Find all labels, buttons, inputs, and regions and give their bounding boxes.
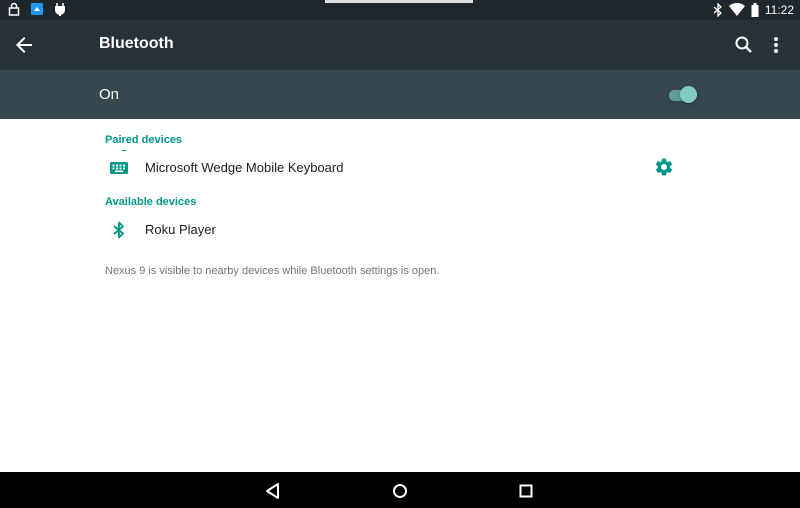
lock-icon: [8, 2, 20, 16]
visibility-info-text: Nexus 9 is visible to nearby devices whi…: [105, 265, 440, 277]
back-button[interactable]: [12, 33, 36, 57]
more-vert-icon: [774, 37, 778, 53]
battery-icon: [751, 3, 759, 17]
clock: 11:22: [764, 3, 794, 17]
toggle-label: On: [99, 86, 120, 103]
arrow-back-icon: [16, 37, 32, 53]
nav-home-icon[interactable]: [390, 481, 410, 501]
app-notification-icon: [31, 3, 43, 15]
bluetooth-switch[interactable]: [669, 84, 699, 106]
available-device-row[interactable]: Roku Player: [0, 212, 800, 248]
search-button[interactable]: [732, 33, 756, 57]
bluetooth-icon: [713, 3, 722, 17]
page-title: Bluetooth: [99, 35, 174, 52]
wifi-icon: [728, 3, 745, 16]
more-options-button[interactable]: [766, 33, 786, 57]
bluetooth-icon: [113, 221, 124, 239]
available-devices-header: Available devices: [105, 196, 197, 208]
search-icon: [735, 36, 752, 53]
status-bar: 11:22: [0, 0, 800, 20]
nav-recents-icon[interactable]: [516, 481, 536, 501]
nav-back-icon[interactable]: [263, 481, 283, 501]
device-name: Roku Player: [145, 222, 216, 237]
status-bar-left: [8, 2, 66, 16]
device-name: Microsoft Wedge Mobile Keyboard: [145, 160, 344, 175]
keyboard-icon: [110, 162, 128, 174]
bluetooth-master-toggle[interactable]: On: [0, 70, 800, 119]
gear-icon: [655, 158, 673, 176]
paired-devices-header: Paired devices: [105, 134, 183, 146]
device-settings-button[interactable]: [654, 157, 674, 177]
app-bar: Bluetooth: [0, 20, 800, 70]
status-bar-indicator: [325, 0, 473, 3]
navigation-bar: [0, 472, 800, 508]
switch-thumb: [680, 86, 697, 103]
debug-icon: [55, 3, 65, 16]
status-bar-right: 11:22: [713, 2, 794, 18]
paired-device-row[interactable]: Microsoft Wedge Mobile Keyboard: [0, 150, 800, 186]
